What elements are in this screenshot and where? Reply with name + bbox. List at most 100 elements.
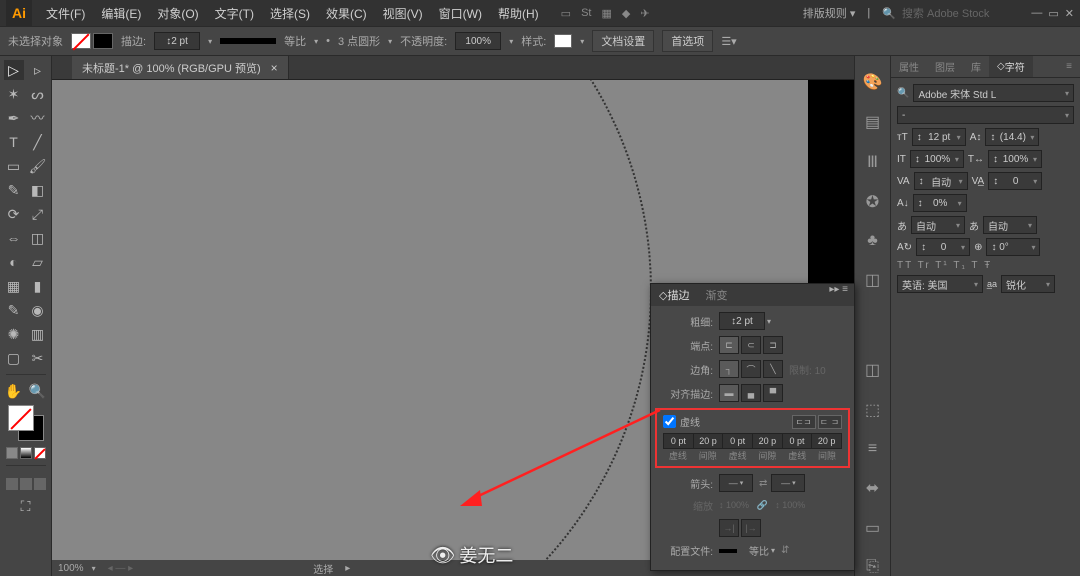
- menu-text[interactable]: 文字(T): [207, 5, 262, 22]
- mesh-tool[interactable]: ▦: [4, 276, 24, 296]
- menu-help[interactable]: 帮助(H): [490, 5, 547, 22]
- bridge-icon[interactable]: ▭: [561, 7, 571, 20]
- stroke-profile-preview[interactable]: [220, 38, 276, 44]
- kerning-input[interactable]: ↕ 自动▾: [914, 172, 968, 190]
- draw-normal-icon[interactable]: [6, 478, 18, 490]
- gap1-input[interactable]: 20 p: [693, 433, 723, 449]
- free-transform-tool[interactable]: ◫: [28, 228, 48, 248]
- arrange-icon[interactable]: ▦: [601, 7, 611, 20]
- stroke-weight-field[interactable]: ↕ 2 pt: [719, 312, 765, 330]
- maximize-icon[interactable]: ▭: [1048, 7, 1058, 20]
- workspace-switcher[interactable]: 排版规则 ▾: [803, 5, 856, 21]
- draw-inside-icon[interactable]: [34, 478, 46, 490]
- panel-collapse-icon[interactable]: ▸▸ ≡: [829, 284, 854, 306]
- dash2-input[interactable]: 0 pt: [722, 433, 752, 449]
- dd-icon[interactable]: ▾: [208, 37, 212, 46]
- tab-libraries[interactable]: 库: [963, 56, 989, 77]
- stroke-swatch[interactable]: [93, 33, 113, 49]
- menu-file[interactable]: 文件(F): [38, 5, 93, 22]
- direct-selection-tool[interactable]: ▹: [28, 60, 48, 80]
- artboard-tool[interactable]: ▢: [4, 348, 24, 368]
- rectangle-tool[interactable]: ▭: [4, 156, 24, 176]
- swap-arrow-icon[interactable]: ⇄: [759, 478, 767, 489]
- none-mode-icon[interactable]: [34, 447, 46, 459]
- eyedropper-tool[interactable]: ✎: [4, 300, 24, 320]
- align-inside-icon[interactable]: ▄: [741, 384, 761, 402]
- stroke-tab[interactable]: ◇ 描边: [651, 284, 697, 306]
- blend-tool[interactable]: ◉: [28, 300, 48, 320]
- curvature-tool[interactable]: 〰: [28, 108, 48, 128]
- perspective-tool[interactable]: ▱: [28, 252, 48, 272]
- artboards-panel-icon[interactable]: ▭: [865, 518, 880, 538]
- hscale-input[interactable]: ↕ 100%▾: [988, 150, 1042, 168]
- rocket-icon[interactable]: ✈: [640, 7, 649, 20]
- doc-setup-button[interactable]: 文档设置: [592, 30, 654, 52]
- asset-panel-icon[interactable]: ⬚: [865, 400, 880, 420]
- paintbrush-tool[interactable]: 🖌: [28, 156, 48, 176]
- cap-round-icon[interactable]: ⊂: [741, 336, 761, 354]
- vscale-input[interactable]: ↕ 100%▾: [910, 150, 964, 168]
- rotate-tool[interactable]: ⟳: [4, 204, 24, 224]
- pathfinder-panel-icon[interactable]: ◫: [865, 270, 880, 290]
- style-swatch[interactable]: [554, 34, 572, 48]
- corner-round-icon[interactable]: ⌒: [741, 360, 761, 378]
- lasso-tool[interactable]: ᔕ: [28, 84, 48, 104]
- preferences-button[interactable]: 首选项: [662, 30, 713, 52]
- type-tool[interactable]: T: [4, 132, 24, 152]
- brush-def[interactable]: 3 点圆形: [338, 33, 380, 49]
- font-size-input[interactable]: ↕ 12 pt▾: [912, 128, 966, 146]
- gradient-tab[interactable]: 渐变: [697, 284, 735, 306]
- selection-tool[interactable]: ▷: [4, 60, 24, 80]
- symbols-panel-icon[interactable]: ✪: [866, 192, 879, 212]
- corner-miter-icon[interactable]: ┐: [719, 360, 739, 378]
- draw-behind-icon[interactable]: [20, 478, 32, 490]
- tab-close-icon[interactable]: ×: [271, 61, 278, 75]
- arrow-end-select[interactable]: —▾: [771, 474, 805, 492]
- fill-swatch[interactable]: [71, 33, 91, 49]
- align-icon[interactable]: ☰▾: [721, 35, 736, 48]
- css-panel-icon[interactable]: ⎘: [866, 558, 879, 576]
- baseline-input[interactable]: ↕ 0%▾: [913, 194, 967, 212]
- menu-view[interactable]: 视图(V): [375, 5, 431, 22]
- hand-tool[interactable]: ✋: [4, 381, 24, 401]
- close-window-icon[interactable]: ✕: [1065, 7, 1074, 20]
- fill-stroke-indicator[interactable]: [8, 405, 44, 441]
- leading-input[interactable]: ↕ (14.4)▾: [985, 128, 1039, 146]
- layers-panel-icon[interactable]: ◫: [865, 360, 880, 380]
- arrow-start-select[interactable]: —▾: [719, 474, 753, 492]
- shape-builder-tool[interactable]: ◐: [4, 252, 24, 272]
- cap-butt-icon[interactable]: ⊏: [719, 336, 739, 354]
- color-mode-icon[interactable]: [6, 447, 18, 459]
- width-tool[interactable]: ⇔: [4, 228, 24, 248]
- brushes-panel-icon[interactable]: Ⅲ: [867, 152, 878, 172]
- line-tool[interactable]: ╱: [28, 132, 48, 152]
- screen-mode-icon[interactable]: ⛶: [16, 496, 36, 516]
- aki2-input[interactable]: 自动▾: [983, 216, 1037, 234]
- symbol-sprayer-tool[interactable]: ✺: [4, 324, 24, 344]
- align-center-icon[interactable]: ▬: [719, 384, 739, 402]
- shaper-tool[interactable]: ✎: [4, 180, 24, 200]
- magic-wand-tool[interactable]: ✶: [4, 84, 24, 104]
- gradient-mode-icon[interactable]: [20, 447, 32, 459]
- transform-panel-icon[interactable]: ⬌: [866, 478, 879, 498]
- gradient-tool[interactable]: ▮: [28, 276, 48, 296]
- eraser-tool[interactable]: ◧: [28, 180, 48, 200]
- menu-window[interactable]: 窗口(W): [431, 5, 490, 22]
- tab-layers[interactable]: 图层: [927, 56, 963, 77]
- font-family-select[interactable]: Adobe 宋体 Std L▾: [913, 84, 1074, 102]
- align-panel-icon[interactable]: ≡: [868, 440, 877, 458]
- gpu-icon[interactable]: ◆: [622, 7, 630, 20]
- swatches-panel-icon[interactable]: ▤: [865, 112, 880, 132]
- char-rot2-input[interactable]: ↕ 0°▾: [986, 238, 1040, 256]
- gap3-input[interactable]: 20 p: [811, 433, 842, 449]
- menu-object[interactable]: 对象(O): [149, 5, 206, 22]
- slice-tool[interactable]: ✂: [28, 348, 48, 368]
- appearance-panel-icon[interactable]: ♣: [867, 232, 878, 250]
- menu-effect[interactable]: 效果(C): [318, 5, 375, 22]
- scale-tool[interactable]: ⤢: [28, 204, 48, 224]
- tracking-input[interactable]: ↕ 0▾: [988, 172, 1042, 190]
- char-rot-input[interactable]: ↕ 0▾: [916, 238, 970, 256]
- search-stock[interactable]: 搜索 Adobe Stock: [902, 5, 989, 21]
- type-case-row[interactable]: TT Tr T¹ T₁ T Ŧ: [897, 260, 1074, 271]
- font-style-select[interactable]: -▾: [897, 106, 1074, 124]
